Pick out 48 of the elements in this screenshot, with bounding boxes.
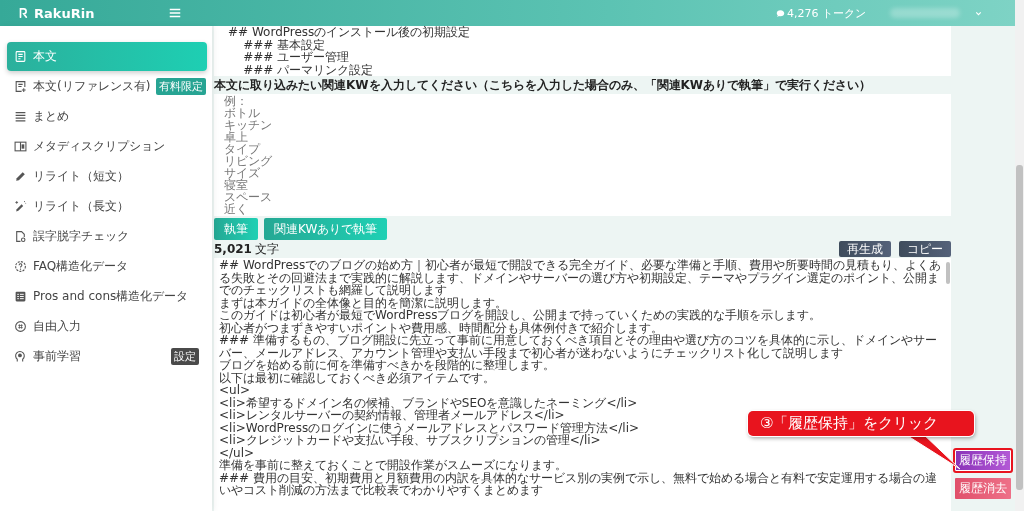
settings-badge: 設定 xyxy=(171,348,199,365)
token-count: 4,276 トークン xyxy=(787,5,866,21)
action-button[interactable]: コピー xyxy=(899,241,951,257)
result-paragraph: 準備を事前に整えておくことで開設作業がスムーズになります。 xyxy=(219,459,567,472)
sidebar-item[interactable]: リライト（短文） xyxy=(7,162,207,191)
magic-pencil-icon xyxy=(14,200,27,213)
sidebar-item[interactable]: 事前学習 設定 xyxy=(7,342,207,371)
result-paragraph: <ul> <li>希望するドメイン名の候補、ブランドやSEOを意識したネーミング</li> <li>レンタルサーバーの契約情報、管理者メールアドレス</li> <li>WordPressのログインに使うメールアドレスとパスワード管理方法</li> <li>クレジットカードや支払い手段、サブスクリプションの管理</li> </ul> xyxy=(219,384,640,459)
blurred-username[interactable] xyxy=(890,8,960,18)
list-icon xyxy=(14,110,27,123)
scrollbar-thumb[interactable] xyxy=(1016,165,1023,490)
result-paragraph: ### 費用の目安、初期費用と月額費用の内訳を具体的なサービス別の実例で示し、無料で始める場合と有料で安定運用する場合の違いやコスト削減の方法まで比較表でわかりやすくまとめます xyxy=(219,471,938,497)
chat-bubble-icon xyxy=(776,8,785,18)
sidebar-item[interactable]: 誤字脱字チェック xyxy=(7,222,207,251)
head-icon xyxy=(14,350,27,363)
action-button[interactable]: 再生成 xyxy=(839,241,891,257)
scrollbar-thumb xyxy=(946,262,950,284)
document-gear-icon xyxy=(14,230,27,243)
question-circle-icon xyxy=(14,260,27,273)
sidebar-item[interactable]: メタディスクリプション xyxy=(7,132,207,161)
checklist-icon xyxy=(14,290,27,303)
book-icon xyxy=(14,140,27,153)
result-paragraph: このガイドは初心者が最短でWordPressブログを開設し、公開まで持っていくための実践的な手順を示します。 xyxy=(219,309,822,322)
sidebar-item[interactable]: Pros and cons構造化データ xyxy=(7,282,207,311)
sidebar-item[interactable]: 本文(リファレンス有) 有料限定 xyxy=(7,72,207,101)
result-paragraph: ### 準備するもの、ブログ開設に先立って事前に用意しておくべき項目とその理由や選び方のコツを具体的に示し、ドメインやサーバー、メールアドレス、アカウント管理や支払い手段まで初心者が迷わないようにチェックリスト化して説明します xyxy=(219,334,938,359)
keyword-input-field[interactable]: 例： ボトル キッチン 卓上 タイプ リビング サイズ 寝室 スペース 近く xyxy=(214,94,951,216)
menu-icon xyxy=(168,6,182,20)
field-label: 本文に取り込みたい関連KWを入力してください（こちらを入力した場合のみ、「関連KWありで執筆」で実行ください） xyxy=(214,79,873,92)
brand-name: RakuRin xyxy=(34,5,96,21)
pencil-icon xyxy=(14,170,27,183)
result-paragraph: ## WordPressでのブログの始め方｜初心者が最短で開設できる完全ガイド、必要な準備と手順、費用や所要時間の見積もり、よくある失敗とその回避法まで実践的に解説します、ドメインやサーバーの選び方や初期設定、テーマやプラグイン選定のポイント、公開までのチェックリストも網羅して説明します xyxy=(219,259,943,297)
output-text-area: ## WordPressのインストール後の初期設定 ### 基本設定 ### ユーザー管理 ### パーマリンク設定 xyxy=(214,26,951,76)
sidebar-item[interactable]: FAQ構造化データ xyxy=(7,252,207,281)
result-paragraph: 以下は最初に確認しておくべき必須アイテムです。 xyxy=(219,371,495,384)
result-paragraph: ブログを始める前に何を準備すべきかを段階的に整理します。 xyxy=(219,359,555,372)
document-plus-icon xyxy=(14,80,27,93)
document-icon xyxy=(14,50,27,63)
logo-icon xyxy=(18,6,28,20)
sidebar-item[interactable]: リライト（長文） xyxy=(7,192,207,221)
keep-history-button[interactable]: 履歴保持 xyxy=(953,448,1013,473)
paid-badge: 有料限定 xyxy=(156,78,207,95)
sidebar-item[interactable]: 自由入力 xyxy=(7,312,207,341)
result-paragraph: 初心者がつまずきやすいポイントや費用感、時間配分も具体例付きで紹介します。 xyxy=(219,321,663,334)
character-count: 5,021 xyxy=(214,242,252,256)
sidebar-item[interactable]: まとめ xyxy=(7,102,207,131)
count-unit: 文字 xyxy=(254,240,279,258)
result-paragraph: まずは本ガイドの全体像と目的を簡潔に説明します。 xyxy=(219,296,507,309)
